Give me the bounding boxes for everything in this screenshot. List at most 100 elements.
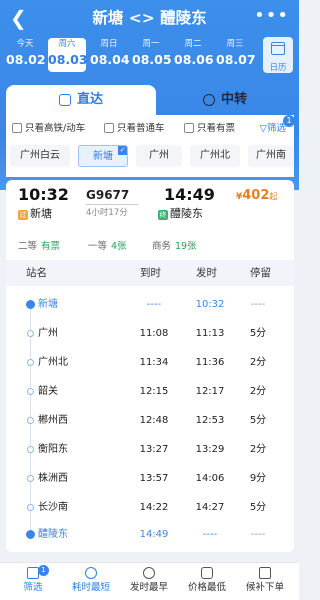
bottom-filter-label: 筛选 <box>23 582 43 593</box>
tab-direct-label: 直达 <box>76 92 103 107</box>
filter-high-speed[interactable]: 只看高铁/动车 <box>12 122 85 136</box>
tab-direct[interactable]: 直达 <box>6 85 156 115</box>
date-item-today[interactable]: 今天 08.02 <box>6 38 46 72</box>
date-item[interactable]: 周一 08.05 <box>132 38 172 72</box>
stop-dot <box>27 504 34 511</box>
waitlist-label: 候补下单 <box>245 582 284 593</box>
stop-dot <box>27 475 34 482</box>
seat-class: 二等 <box>18 241 38 252</box>
bottom-nav: 筛选 1 耗时最短 发时最早 价格最低 候补下单 <box>0 562 299 600</box>
train-number[interactable]: G9677 <box>86 187 129 203</box>
stop-row: 新塘 ---- 10:32 ---- <box>6 290 294 319</box>
stop-arrive: 12:15 <box>139 386 169 397</box>
stop-station: 广州北 <box>38 357 68 368</box>
filter-high-speed-label: 只看高铁/动车 <box>25 123 86 134</box>
seat-status: 4张 <box>111 241 127 252</box>
filter-button[interactable]: ▽筛选 1 <box>259 115 295 136</box>
stop-station: 新塘 <box>38 299 58 310</box>
checkbox-icon <box>12 123 22 133</box>
stop-stay: 5分 <box>249 415 267 426</box>
date-item-selected[interactable]: 周六 08.03 <box>48 38 88 72</box>
price: ¥402起 <box>236 187 277 206</box>
filter-normal-label: 只看普通车 <box>117 123 165 134</box>
stop-arrive: 11:34 <box>139 357 169 368</box>
stop-depart: 13:29 <box>195 444 225 455</box>
stop-dot <box>27 359 34 366</box>
time-icon <box>143 567 155 579</box>
train-card[interactable]: 10:32 过新塘 G9677 4小时17分 14:49 终醴陵东 ¥402起 … <box>6 180 294 552</box>
terminal-tag: 终 <box>158 210 168 220</box>
stop-row: 株洲西 13:57 14:06 9分 <box>6 464 294 493</box>
station-chip[interactable]: 广州白云 <box>10 145 70 167</box>
seat-class: 一等 <box>88 241 108 252</box>
seat-status: 19张 <box>175 241 197 252</box>
calendar-button[interactable]: 日历 <box>263 37 293 73</box>
stop-stay: 9分 <box>249 473 267 484</box>
stop-stay: 5分 <box>249 328 267 339</box>
price-tag-icon <box>201 567 213 579</box>
station-chip[interactable]: 广州北 <box>190 145 240 167</box>
stop-row: 衡阳东 13:27 13:29 2分 <box>6 435 294 464</box>
seat-status: 有票 <box>41 241 61 252</box>
stop-depart: 10:32 <box>195 299 225 310</box>
date-weekday: 今天 <box>16 39 34 49</box>
bottom-filter-badge: 1 <box>38 565 49 576</box>
more-icon[interactable]: ••• <box>254 5 289 27</box>
check-icon: ✓ <box>118 146 127 155</box>
arrive-station-name: 醴陵东 <box>170 207 203 220</box>
seat-second-class: 二等 有票 <box>18 240 60 254</box>
filter-available[interactable]: 只看有票 <box>184 122 235 136</box>
stop-station: 广州 <box>38 328 58 339</box>
stop-dot <box>26 530 35 539</box>
stop-stay: 2分 <box>249 444 267 455</box>
header-depart: 发时 <box>196 267 217 279</box>
header-stay: 停留 <box>250 267 271 279</box>
stop-depart: 11:13 <box>195 328 225 339</box>
station-chip-selected[interactable]: 新塘 ✓ <box>78 145 128 167</box>
seat-first-class: 一等 4张 <box>88 240 127 254</box>
date-item[interactable]: 周二 08.06 <box>174 38 214 72</box>
price-value: 402 <box>242 188 270 203</box>
stop-dot <box>27 446 34 453</box>
date-weekday: 周三 <box>226 39 244 49</box>
bottom-filter-button[interactable]: 筛选 1 <box>4 565 62 594</box>
waitlist-button[interactable]: 候补下单 <box>236 567 294 594</box>
date-weekday: 周二 <box>184 39 202 49</box>
filter-funnel-icon: ▽ <box>259 123 267 134</box>
train-icon <box>58 93 71 106</box>
clock-icon <box>85 567 97 579</box>
stop-arrive: 11:08 <box>139 328 169 339</box>
date-item[interactable]: 周日 08.04 <box>90 38 130 72</box>
sort-cheapest-label: 价格最低 <box>187 582 226 593</box>
stop-station: 长沙南 <box>38 502 68 513</box>
date-item[interactable]: 周三 08.07 <box>216 38 256 72</box>
date-selector: 今天 08.02 周六 08.03 周日 08.04 周一 08.05 周二 0… <box>6 38 258 72</box>
station-chip[interactable]: 广州 <box>136 145 182 167</box>
checkbox-icon <box>184 123 194 133</box>
date-value: 08.06 <box>174 52 214 67</box>
stop-row: 韶关 12:15 12:17 2分 <box>6 377 294 406</box>
stop-dot <box>27 330 34 337</box>
stop-arrive: 12:48 <box>139 415 169 426</box>
stop-station: 郴州西 <box>38 415 68 426</box>
tab-transfer[interactable]: 中转 <box>156 85 294 115</box>
sort-shortest-button[interactable]: 耗时最短 <box>62 567 120 594</box>
filter-available-label: 只看有票 <box>197 123 236 134</box>
sort-earliest-button[interactable]: 发时最早 <box>120 567 178 594</box>
header-station: 站名 <box>26 267 47 279</box>
checkbox-icon <box>104 123 114 133</box>
seat-class: 商务 <box>152 241 172 252</box>
arrive-time: 14:49 <box>164 185 215 204</box>
depart-station-name: 新塘 <box>30 207 52 220</box>
route-title: 新塘 <> 醴陵东 <box>92 9 207 27</box>
filter-normal[interactable]: 只看普通车 <box>104 122 165 136</box>
station-chip[interactable]: 广州南 <box>248 145 294 167</box>
station-chip-label: 新塘 <box>93 151 113 162</box>
sort-cheapest-button[interactable]: 价格最低 <box>178 567 236 594</box>
seat-business-class: 商务 19张 <box>152 240 197 254</box>
depart-time: 10:32 <box>18 185 69 204</box>
stop-dot <box>27 417 34 424</box>
stop-row: 醴陵东 14:49 ---- ---- <box>6 520 294 549</box>
back-arrow-icon[interactable]: ❮ <box>10 7 30 29</box>
date-weekday: 周日 <box>100 39 118 49</box>
